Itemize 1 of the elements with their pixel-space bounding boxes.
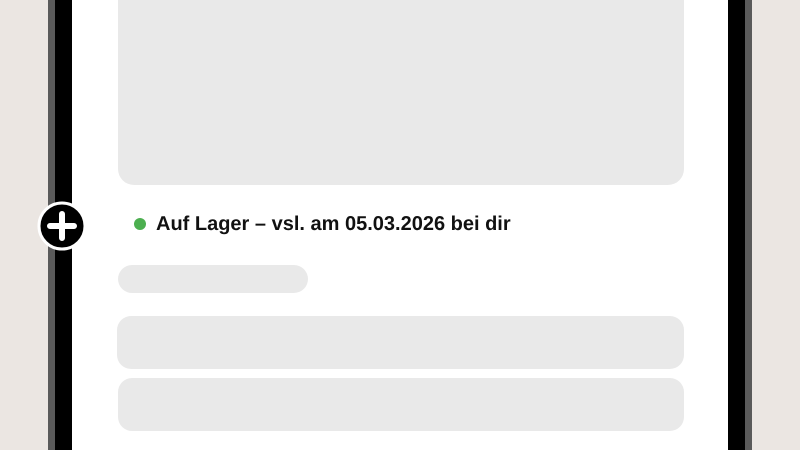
availability-text: Auf Lager – vsl. am 05.03.2026 bei dir [156, 212, 511, 236]
